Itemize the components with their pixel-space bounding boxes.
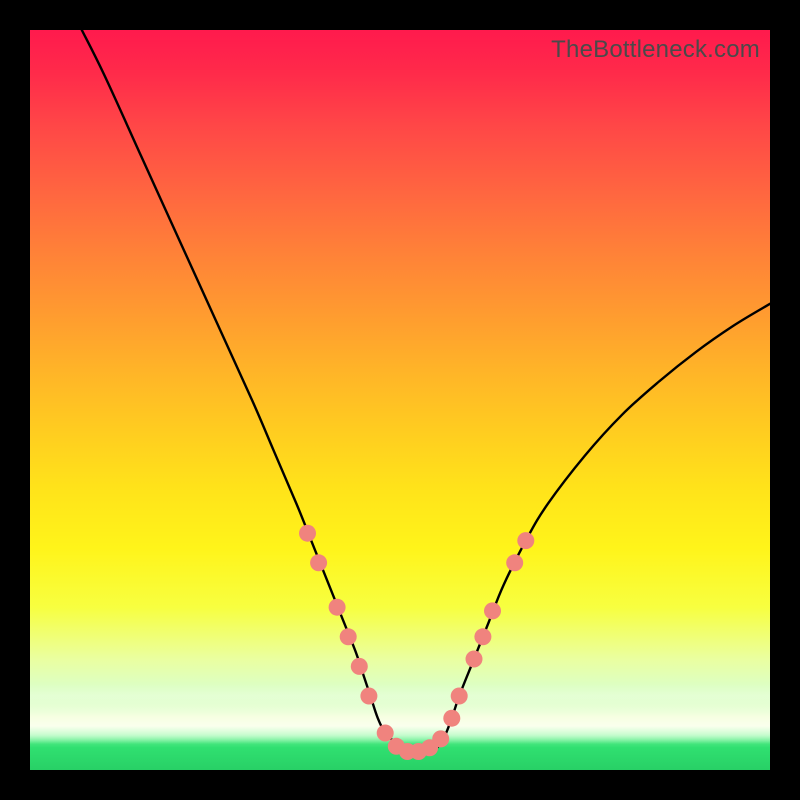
data-marker bbox=[517, 532, 534, 549]
marker-group bbox=[299, 525, 534, 760]
watermark-text: TheBottleneck.com bbox=[551, 36, 760, 64]
data-marker bbox=[299, 525, 316, 542]
data-marker bbox=[432, 730, 449, 747]
data-marker bbox=[466, 651, 483, 668]
data-marker bbox=[310, 554, 327, 571]
data-marker bbox=[360, 688, 377, 705]
plot-area: TheBottleneck.com bbox=[30, 30, 770, 770]
curve-svg bbox=[30, 30, 770, 770]
data-marker bbox=[329, 599, 346, 616]
data-marker bbox=[484, 602, 501, 619]
data-marker bbox=[351, 658, 368, 675]
bottleneck-curve bbox=[82, 30, 770, 754]
data-marker bbox=[474, 628, 491, 645]
data-marker bbox=[506, 554, 523, 571]
data-marker bbox=[377, 725, 394, 742]
data-marker bbox=[340, 628, 357, 645]
chart-frame: TheBottleneck.com bbox=[0, 0, 800, 800]
data-marker bbox=[443, 710, 460, 727]
data-marker bbox=[451, 688, 468, 705]
